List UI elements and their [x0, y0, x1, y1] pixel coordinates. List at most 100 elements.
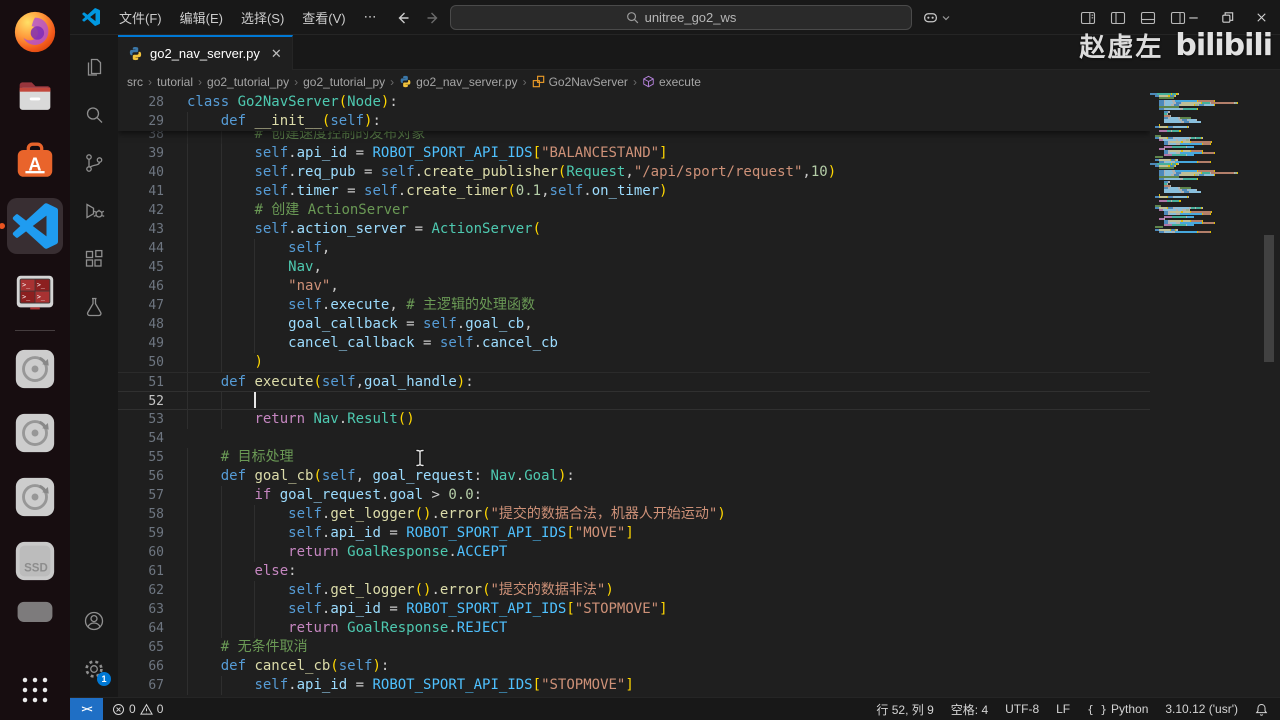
code-line-60[interactable]: 60 return GoalResponse.ACCEPT [118, 543, 1150, 562]
line-text: return GoalResponse.REJECT [187, 619, 507, 638]
breadcrumb-item-go2-nav-server-py[interactable]: go2_nav_server.py [398, 75, 518, 89]
line-text: def execute(self,goal_handle): [187, 373, 474, 392]
activity-bar-bottom: 1 [70, 597, 118, 697]
tab-close-icon[interactable]: ✕ [271, 46, 282, 62]
dock-item-show-apps[interactable] [9, 668, 61, 712]
forward-icon[interactable] [425, 10, 441, 26]
code-line-39[interactable]: 39 self.api_id = ROBOT_SPORT_API_IDS["BA… [118, 144, 1150, 163]
code-line-47[interactable]: 47 self.execute, # 主逻辑的处理函数 [118, 296, 1150, 315]
code-line-62[interactable]: 62 self.get_logger().error("提交的数据非法") [118, 581, 1150, 600]
code-line-28[interactable]: 28 class Go2NavServer(Node): [118, 93, 1150, 112]
breadcrumb-item-go2navserver[interactable]: Go2NavServer [531, 75, 629, 89]
status--4[interactable]: 空格: 4 [951, 701, 988, 718]
status-utf-8[interactable]: UTF-8 [1005, 702, 1039, 716]
menu-item-2[interactable]: 选择(S) [232, 4, 293, 31]
dock-item-files[interactable] [9, 70, 61, 122]
code-line-58[interactable]: 58 self.get_logger().error("提交的数据合法，机器人开… [118, 505, 1150, 524]
code-editor[interactable]: 38 # 创建速度控制的发布对象 39 self.api_id = ROBOT_S… [118, 93, 1150, 697]
restore-button[interactable] [1216, 7, 1238, 29]
code-line-57[interactable]: 57 if goal_request.goal > 0.0: [118, 486, 1150, 505]
code-line-42[interactable]: 42 # 创建 ActionServer [118, 201, 1150, 220]
breadcrumb-item-go2-tutorial-py[interactable]: go2_tutorial_py [206, 75, 290, 89]
code-line-46[interactable]: 46 "nav", [118, 277, 1150, 296]
dock-item-firefox[interactable] [9, 6, 61, 58]
code-line-41[interactable]: 41 self.timer = self.create_timer(0.1,se… [118, 182, 1150, 201]
menu-item-4[interactable]: ⋯ [355, 5, 386, 29]
dock-item-disk-6[interactable] [9, 343, 61, 395]
close-window-button[interactable] [1250, 7, 1272, 29]
code-line-64[interactable]: 64 return GoalResponse.REJECT [118, 619, 1150, 638]
command-center-search[interactable]: unitree_go2_ws [450, 5, 912, 30]
breadcrumb-item-src[interactable]: src [126, 75, 144, 89]
vertical-scrollbar-thumb[interactable] [1264, 235, 1274, 362]
source-control-icon[interactable] [70, 139, 118, 187]
code-line-59[interactable]: 59 self.api_id = ROBOT_SPORT_API_IDS["MO… [118, 524, 1150, 543]
remote-indicator[interactable]: >< [70, 697, 103, 720]
explorer-icon[interactable] [70, 43, 118, 91]
code-line-40[interactable]: 40 self.req_pub = self.create_publisher(… [118, 163, 1150, 182]
code-line-66[interactable]: 66 def cancel_cb(self): [118, 657, 1150, 676]
sticky-scroll: 28 class Go2NavServer(Node): 29 def __init… [118, 93, 1150, 131]
line-number: 42 [148, 203, 164, 218]
problems-indicator[interactable]: 0 0 [112, 702, 163, 716]
svg-text:>_: >_ [22, 293, 31, 301]
customize-layout-button[interactable] [1078, 8, 1098, 28]
dock-item-vscode[interactable] [0, 198, 63, 254]
breadcrumb-item-tutorial[interactable]: tutorial [156, 75, 194, 89]
breadcrumb-separator: › [632, 74, 637, 89]
code-line-53[interactable]: 53 return Nav.Result() [118, 410, 1150, 429]
back-icon[interactable] [395, 10, 411, 26]
line-number: 45 [148, 260, 164, 275]
status--52-9[interactable]: 行 52, 列 9 [876, 701, 933, 718]
settings-icon[interactable]: 1 [70, 645, 118, 693]
code-line-50[interactable]: 50 ) [118, 353, 1150, 372]
code-line-63[interactable]: 63 self.api_id = ROBOT_SPORT_API_IDS["ST… [118, 600, 1150, 619]
status-notifications[interactable] [1255, 703, 1268, 716]
mouse-ibeam-cursor [415, 448, 425, 468]
dock-item-ubuntu-software[interactable]: A [9, 134, 61, 186]
dock-item-ssd[interactable]: SSD [9, 535, 61, 587]
code-line-29[interactable]: 29 def __init__(self): [118, 112, 1150, 131]
line-number: 51 [148, 375, 164, 390]
dock-item-disk-7[interactable] [9, 407, 61, 459]
code-line-44[interactable]: 44 self, [118, 239, 1150, 258]
line-number: 53 [148, 412, 164, 427]
toggle-panel-button[interactable] [1138, 8, 1158, 28]
tab-go2-nav-server[interactable]: go2_nav_server.py ✕ [118, 35, 293, 70]
menu-item-1[interactable]: 编辑(E) [171, 4, 232, 31]
status-python[interactable]: { } Python [1087, 702, 1148, 716]
breadcrumb-item-execute[interactable]: execute [641, 75, 702, 89]
toggle-primary-sidebar-button[interactable] [1108, 8, 1128, 28]
code-line-54[interactable]: 54 [118, 429, 1150, 448]
menu-item-0[interactable]: 文件(F) [110, 4, 171, 31]
dock-item-terminator[interactable]: >_ >_ >_ >_ [9, 266, 61, 318]
code-line-43[interactable]: 43 self.action_server = ActionServer( [118, 220, 1150, 239]
code-line-55[interactable]: 55 # 目标处理 [118, 448, 1150, 467]
code-line-49[interactable]: 49 cancel_callback = self.cancel_cb [118, 334, 1150, 353]
dock-item-drive-partial[interactable] [9, 599, 61, 623]
minimap[interactable] [1150, 93, 1262, 697]
code-line-65[interactable]: 65 # 无条件取消 [118, 638, 1150, 657]
line-number: 52 [148, 394, 164, 409]
breadcrumb-item-go2-tutorial-py[interactable]: go2_tutorial_py [302, 75, 386, 89]
code-line-56[interactable]: 56 def goal_cb(self, goal_request: Nav.G… [118, 467, 1150, 486]
account-icon[interactable] [70, 597, 118, 645]
copilot-button[interactable] [922, 5, 950, 30]
testing-icon[interactable] [70, 283, 118, 331]
python-file-icon [129, 46, 142, 61]
code-line-48[interactable]: 48 goal_callback = self.goal_cb, [118, 315, 1150, 334]
search-icon[interactable] [70, 91, 118, 139]
extensions-icon[interactable] [70, 235, 118, 283]
code-line-52[interactable]: 52 [118, 391, 1150, 410]
menu-item-3[interactable]: 查看(V) [293, 4, 354, 31]
run-debug-icon[interactable] [70, 187, 118, 235]
status-3-10-12-usr-[interactable]: 3.10.12 ('usr') [1165, 702, 1238, 716]
status-lf[interactable]: LF [1056, 702, 1070, 716]
code-line-45[interactable]: 45 Nav, [118, 258, 1150, 277]
minimize-button[interactable] [1182, 7, 1204, 29]
code-line-67[interactable]: 67 self.api_id = ROBOT_SPORT_API_IDS["ST… [118, 676, 1150, 695]
svg-text:>_: >_ [37, 281, 46, 289]
code-line-61[interactable]: 61 else: [118, 562, 1150, 581]
dock-item-disk-8[interactable] [9, 471, 61, 523]
code-line-51[interactable]: 51 def execute(self,goal_handle): [118, 372, 1150, 391]
